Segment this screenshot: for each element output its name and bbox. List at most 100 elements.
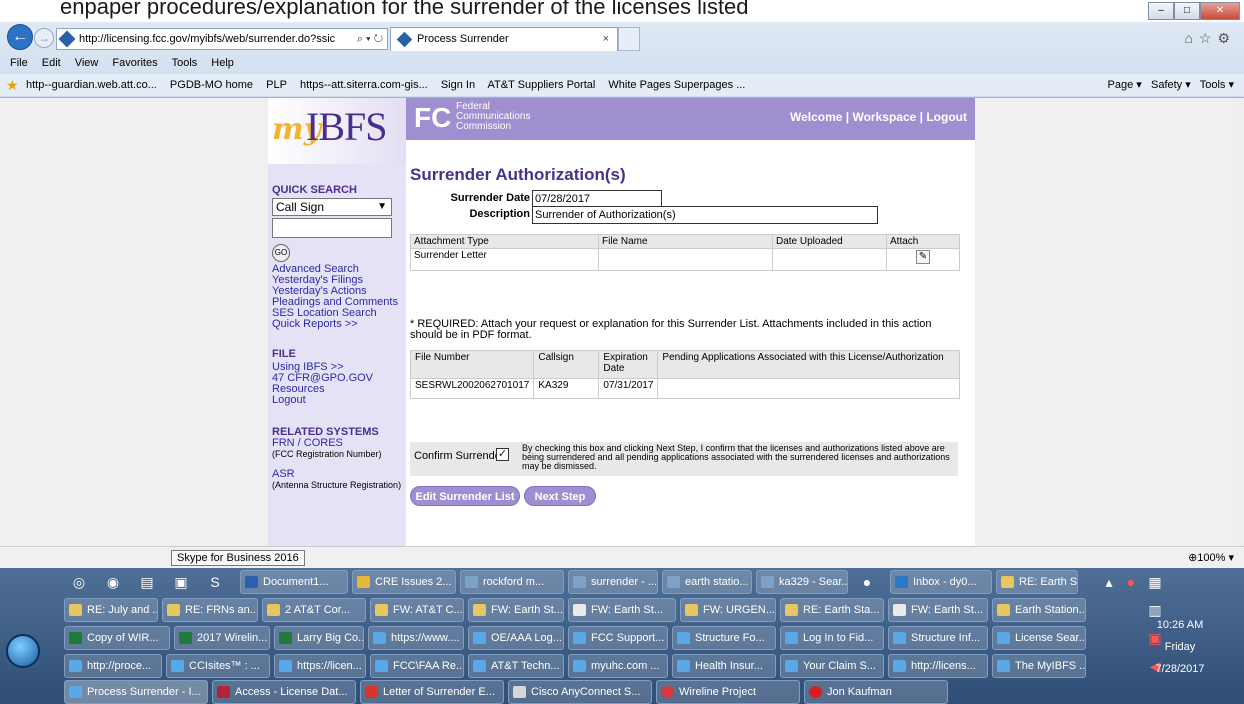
task-item[interactable]: FW: URGEN... <box>680 598 776 622</box>
task-item[interactable]: License Sear... <box>992 626 1086 650</box>
task-item[interactable]: RE: July and ... <box>64 598 158 622</box>
frn-cores-link[interactable]: FRN / CORES <box>272 438 402 449</box>
home-star-gear-icons[interactable]: ⌂☆⚙ <box>1184 30 1236 47</box>
task-item[interactable]: AT&T Techn... <box>468 654 564 678</box>
task-item[interactable]: FW: Earth St... <box>888 598 988 622</box>
tray-network-icon[interactable]: ▦ <box>1140 570 1170 594</box>
page-menu[interactable]: Page ▾ <box>1108 79 1142 91</box>
forward-button[interactable]: → <box>34 28 54 48</box>
workspace-link[interactable]: Workspace <box>852 110 916 124</box>
task-item[interactable]: ka329 - Sear... <box>756 570 848 594</box>
task-item[interactable]: Wireline Project <box>656 680 800 704</box>
task-item[interactable]: http://proce... <box>64 654 162 678</box>
tab-close-icon[interactable]: × <box>603 28 609 50</box>
task-item[interactable]: https://www.... <box>368 626 464 650</box>
sidebar-logout-link[interactable]: Logout <box>272 395 402 406</box>
close-button[interactable]: ✕ <box>1200 2 1240 20</box>
safety-menu[interactable]: Safety ▾ <box>1151 79 1191 91</box>
fav-item[interactable]: White Pages Superpages ... <box>608 79 745 91</box>
task-item[interactable]: Structure Fo... <box>672 626 776 650</box>
task-item[interactable]: Jon Kaufman <box>804 680 948 704</box>
menu-favorites[interactable]: Favorites <box>112 54 157 72</box>
skype-icon[interactable]: S <box>200 570 230 594</box>
next-step-button[interactable]: Next Step <box>524 486 596 506</box>
maximize-button[interactable]: □ <box>1174 2 1200 20</box>
task-item[interactable]: FW: Earth St... <box>468 598 564 622</box>
description-input[interactable]: Surrender of Authorization(s) <box>532 206 878 224</box>
menu-tools[interactable]: Tools <box>172 54 198 72</box>
task-label: Document1... <box>263 576 329 588</box>
new-tab-button[interactable] <box>618 27 640 51</box>
task-item[interactable]: FCC Support... <box>568 626 668 650</box>
menu-view[interactable]: View <box>75 54 99 72</box>
printer-icon[interactable]: ▤ <box>132 570 162 594</box>
task-item[interactable]: CRE Issues 2... <box>352 570 456 594</box>
task-item[interactable]: Earth Station... <box>992 598 1086 622</box>
task-item[interactable]: 2 AT&T Cor... <box>262 598 366 622</box>
task-item[interactable]: Document1... <box>240 570 348 594</box>
clock[interactable]: 10:26 AM Friday 7/28/2017 <box>1120 614 1240 680</box>
task-item[interactable]: Your Claim S... <box>780 654 884 678</box>
task-item[interactable]: FW: AT&T C... <box>370 598 464 622</box>
tab-process-surrender[interactable]: Process Surrender × <box>390 27 618 51</box>
quick-reports-link[interactable]: Quick Reports >> <box>272 319 402 330</box>
task-label: 2017 Wirelin... <box>197 632 268 644</box>
task-item[interactable]: RE: FRNs an... <box>162 598 258 622</box>
start-button[interactable] <box>6 634 40 668</box>
task-item[interactable]: Cisco AnyConnect S... <box>508 680 652 704</box>
task-item[interactable]: FCC\FAA Re... <box>370 654 464 678</box>
task-item[interactable]: Structure Inf... <box>888 626 988 650</box>
task-item[interactable]: OE/AAA Log... <box>468 626 564 650</box>
task-item[interactable]: myuhc.com ... <box>568 654 668 678</box>
fav-item[interactable]: Sign In <box>441 79 475 91</box>
task-item[interactable]: Log In to Fid... <box>780 626 884 650</box>
menu-edit[interactable]: Edit <box>42 54 61 72</box>
task-item[interactable]: CCIsites™ : ... <box>166 654 270 678</box>
task-item[interactable]: Health Insur... <box>672 654 776 678</box>
welcome-link[interactable]: Welcome <box>790 110 842 124</box>
zoom-control[interactable]: ⊕100% ▾ <box>1188 551 1234 564</box>
search-refresh-icons[interactable]: ⌕ ▾ ↻ <box>357 29 383 49</box>
edit-surrender-list-button[interactable]: Edit Surrender List <box>410 486 520 506</box>
task-item[interactable]: https://licen... <box>274 654 366 678</box>
fav-item[interactable]: https--att.siterra.com-gis... <box>300 79 428 91</box>
tools-menu[interactable]: Tools ▾ <box>1200 79 1234 91</box>
task-item[interactable]: RE: Earth St... <box>996 570 1078 594</box>
task-item[interactable]: RE: Earth Sta... <box>780 598 884 622</box>
firefox-icon[interactable]: ● <box>852 570 882 594</box>
favorites-star-icon[interactable]: ★ <box>6 74 19 96</box>
back-button[interactable]: ← <box>7 24 33 50</box>
task-item[interactable]: surrender - ... <box>568 570 658 594</box>
task-item[interactable]: 2017 Wirelin... <box>174 626 270 650</box>
asr-link[interactable]: ASR <box>272 469 402 480</box>
task-item[interactable]: Access - License Dat... <box>212 680 356 704</box>
fav-item[interactable]: PGDB-MO home <box>170 79 253 91</box>
task-item[interactable]: FW: Earth St... <box>568 598 676 622</box>
fav-item[interactable]: http--guardian.web.att.co... <box>26 79 157 91</box>
fav-item[interactable]: AT&T Suppliers Portal <box>488 79 596 91</box>
opera-icon[interactable]: ◎ <box>64 570 94 594</box>
task-item[interactable]: Larry Big Co... <box>274 626 364 650</box>
page-scrollbar[interactable] <box>1238 98 1244 546</box>
task-item[interactable]: rockford m... <box>460 570 564 594</box>
task-item[interactable]: Letter of Surrender E... <box>360 680 504 704</box>
menu-file[interactable]: File <box>10 54 28 72</box>
task-item[interactable]: The MyIBFS ... <box>992 654 1086 678</box>
task-item[interactable]: Copy of WIR... <box>64 626 170 650</box>
task-item[interactable]: earth statio... <box>662 570 752 594</box>
task-item[interactable]: Inbox - dy0... <box>890 570 992 594</box>
search-type-select[interactable]: Call Sign ▼ <box>272 198 392 216</box>
confirm-checkbox[interactable]: ✓ <box>496 448 509 461</box>
task-item[interactable]: http://licens... <box>888 654 988 678</box>
paperclip-icon[interactable]: ✎ <box>916 250 930 264</box>
address-bar[interactable]: http://licensing.fcc.gov/myibfs/web/surr… <box>56 28 388 50</box>
go-button[interactable]: GO <box>272 244 290 262</box>
task-item-active[interactable]: Process Surrender - I... <box>64 680 208 704</box>
quick-search-input[interactable] <box>272 218 392 238</box>
chrome-icon[interactable]: ◉ <box>98 570 128 594</box>
fav-item[interactable]: PLP <box>266 79 287 91</box>
minimize-button[interactable]: – <box>1148 2 1174 20</box>
logout-link[interactable]: Logout <box>926 110 967 124</box>
powerpoint-icon[interactable]: ▣ <box>166 570 196 594</box>
menu-help[interactable]: Help <box>211 54 234 72</box>
